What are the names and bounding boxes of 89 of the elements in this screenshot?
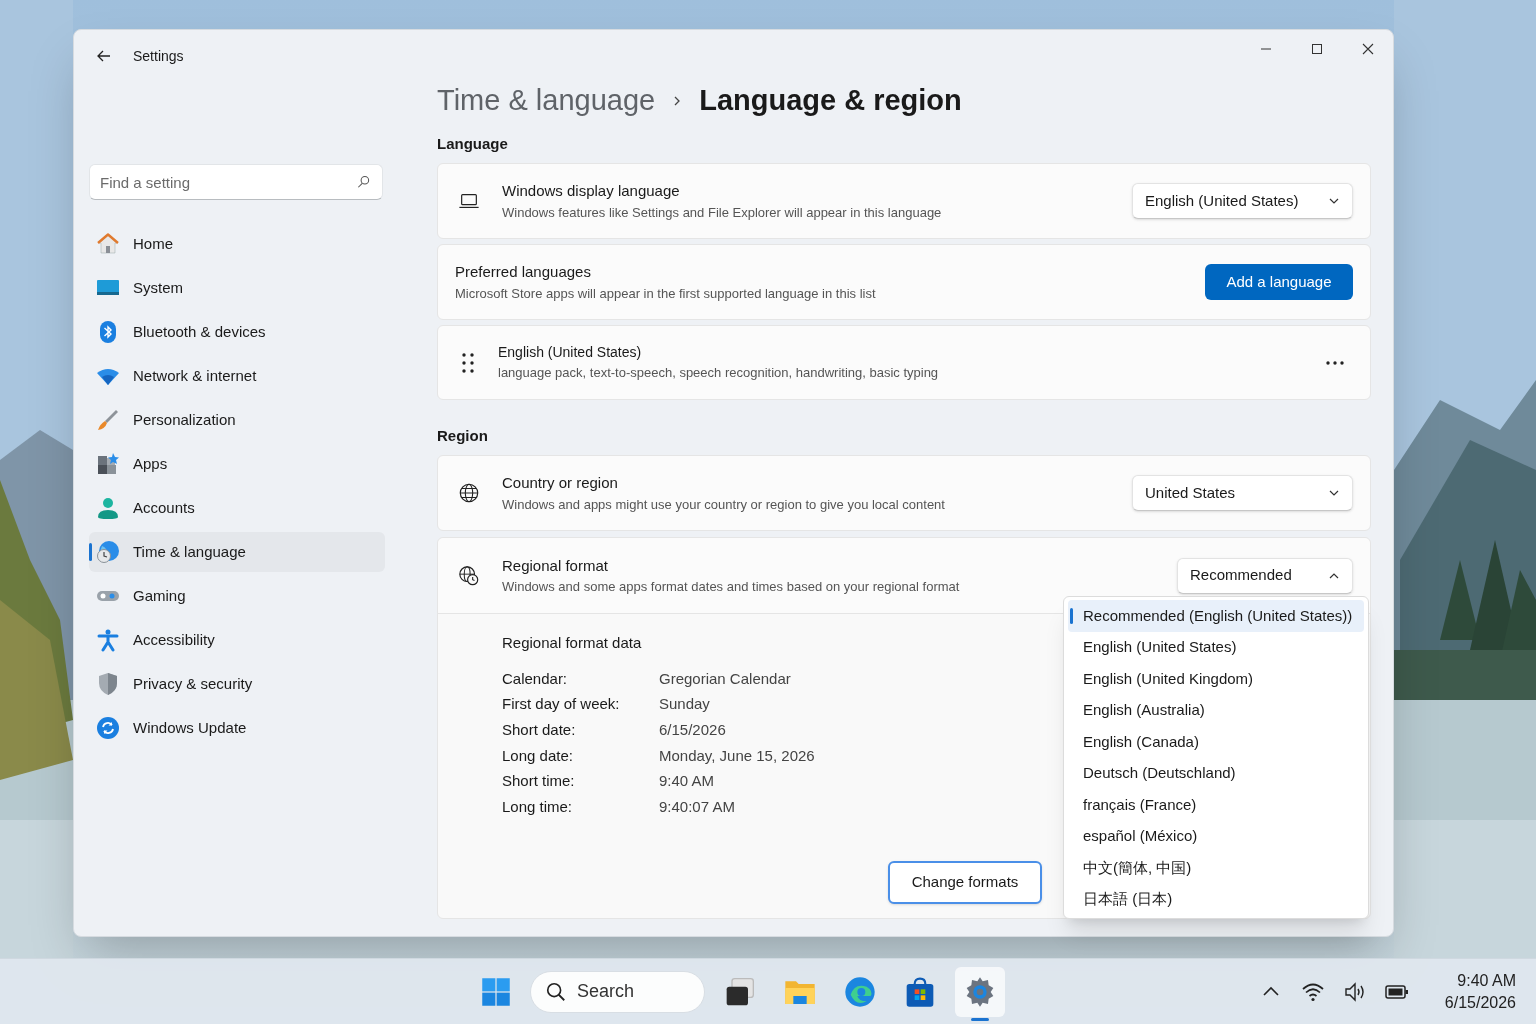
setting-description: Windows and apps might use your country or region to give you local content — [502, 495, 946, 514]
sidebar-item[interactable]: Apps — [89, 444, 385, 484]
format-label: Calendar: — [502, 668, 569, 689]
person-icon — [96, 496, 120, 520]
search-field[interactable]: Find a setting — [89, 164, 383, 200]
setting-description: Windows features like Settings and File Explorer will appear in this language — [502, 203, 943, 222]
globe-clock-icon — [96, 540, 120, 564]
change-formats-button[interactable]: Change formats — [888, 860, 1042, 904]
sidebar-item[interactable]: Time & language — [89, 532, 385, 572]
setting-title: Preferred languages — [455, 262, 592, 282]
format-value: Monday, June 15, 2026 — [659, 745, 816, 766]
language-dropdown[interactable]: English (United States) — [1132, 183, 1353, 219]
sidebar-item[interactable]: Gaming — [89, 576, 385, 616]
setting-title: English (United States) — [498, 343, 643, 363]
sidebar-item[interactable]: Home — [89, 224, 385, 264]
drag-dots-icon — [460, 351, 476, 374]
taskbar-search[interactable]: Search — [530, 970, 705, 1013]
sidebar-item[interactable]: Network & internet — [89, 356, 385, 396]
maximize-icon — [1310, 43, 1323, 55]
close-icon — [1361, 43, 1374, 55]
section-heading: Language — [437, 134, 509, 154]
selection-indicator — [89, 543, 92, 561]
sync-icon — [96, 716, 120, 740]
accessibility-icon — [96, 628, 120, 652]
apps-icon — [96, 452, 120, 476]
dropdown-option[interactable]: 日本語 (日本) — [1068, 883, 1364, 915]
selection-indicator — [1070, 608, 1073, 624]
search-label: Search — [577, 980, 635, 1003]
dropdown-option[interactable]: English (Australia) — [1068, 694, 1364, 726]
more-dots-icon — [1326, 360, 1344, 365]
house-icon — [96, 232, 120, 256]
sidebar-item[interactable]: Accounts — [89, 488, 385, 528]
running-indicator — [971, 1017, 989, 1021]
setting-title: Windows display language — [502, 181, 681, 201]
format-value: 9:40:07 AM — [659, 797, 736, 817]
dropdown-option[interactable]: English (Canada) — [1068, 726, 1364, 758]
format-value: Gregorian Calendar — [659, 668, 792, 689]
speaker-icon — [1342, 979, 1367, 1004]
sidebar-item[interactable]: Accessibility — [89, 620, 385, 660]
edge-icon — [844, 975, 876, 1008]
setting-title: Country or region — [502, 473, 619, 493]
sidebar-item[interactable]: Windows Update — [89, 708, 385, 748]
back-arrow-icon — [96, 48, 112, 64]
dropdown-option[interactable]: Recommended (English (United States)) — [1068, 600, 1364, 632]
globe-clock-icon — [458, 564, 480, 587]
dropdown-option[interactable]: English (United Kingdom) — [1068, 663, 1364, 695]
country-dropdown[interactable]: United States — [1132, 475, 1353, 511]
format-label: Short time: — [502, 771, 576, 792]
format-value: 9:40 AM — [659, 771, 716, 792]
sidebar-item[interactable]: Bluetooth & devices — [89, 312, 385, 352]
add-language-button[interactable]: Add a language — [1205, 264, 1353, 300]
windows-logo-icon — [481, 976, 511, 1007]
drag-handle[interactable] — [460, 351, 476, 374]
shopping-bag-icon — [904, 975, 936, 1008]
search-icon — [357, 175, 371, 189]
dropdown-option[interactable]: English (United States) — [1068, 631, 1364, 663]
setting-description: Microsoft Store apps will appear in the first supported language in this list — [455, 284, 877, 303]
setting-title: Regional format — [502, 555, 609, 576]
paintbrush-icon — [96, 408, 120, 432]
sidebar-item[interactable]: Privacy & security — [89, 664, 385, 704]
clock-time: 9:40 AM — [1457, 970, 1516, 991]
gear-icon — [964, 975, 996, 1008]
format-dropdown[interactable]: Recommended — [1177, 557, 1353, 594]
shield-icon — [96, 672, 120, 696]
format-label: First day of week: — [502, 694, 621, 715]
dropdown-option[interactable]: español (México) — [1068, 820, 1364, 852]
breadcrumb-link[interactable]: Time & language — [437, 79, 656, 123]
format-label: Long time: — [502, 797, 574, 817]
page-title: Language & region — [699, 83, 962, 119]
task-view-icon — [724, 975, 756, 1008]
format-label: Long date: — [502, 745, 574, 766]
clock-date: 6/15/2026 — [1444, 992, 1516, 1013]
window-title: Settings — [133, 46, 184, 66]
format-label: Short date: — [502, 719, 577, 740]
format-value: Sunday — [659, 694, 711, 715]
dropdown-option[interactable]: français (France) — [1068, 789, 1364, 821]
search-icon — [545, 980, 567, 1003]
more-button[interactable] — [1326, 360, 1344, 365]
section-heading: Region — [437, 426, 489, 446]
volume-button[interactable] — [1342, 979, 1367, 1004]
globe-icon — [458, 482, 480, 504]
section-subheading: Regional format data — [502, 633, 643, 653]
dropdown-option[interactable]: Deutsch (Deutschland) — [1068, 757, 1364, 789]
dropdown-option[interactable]: 中文(簡体, 中国) — [1068, 852, 1364, 884]
setting-description: Windows and some apps format dates and times based on your regional format — [502, 578, 961, 596]
sidebar-item[interactable]: Personalization — [89, 400, 385, 440]
sidebar-item[interactable]: System — [89, 268, 385, 308]
format-value: 6/15/2026 — [659, 719, 727, 740]
setting-description: language pack, text-to-speech, speech recognition, handwriting, basic typing — [498, 364, 940, 383]
